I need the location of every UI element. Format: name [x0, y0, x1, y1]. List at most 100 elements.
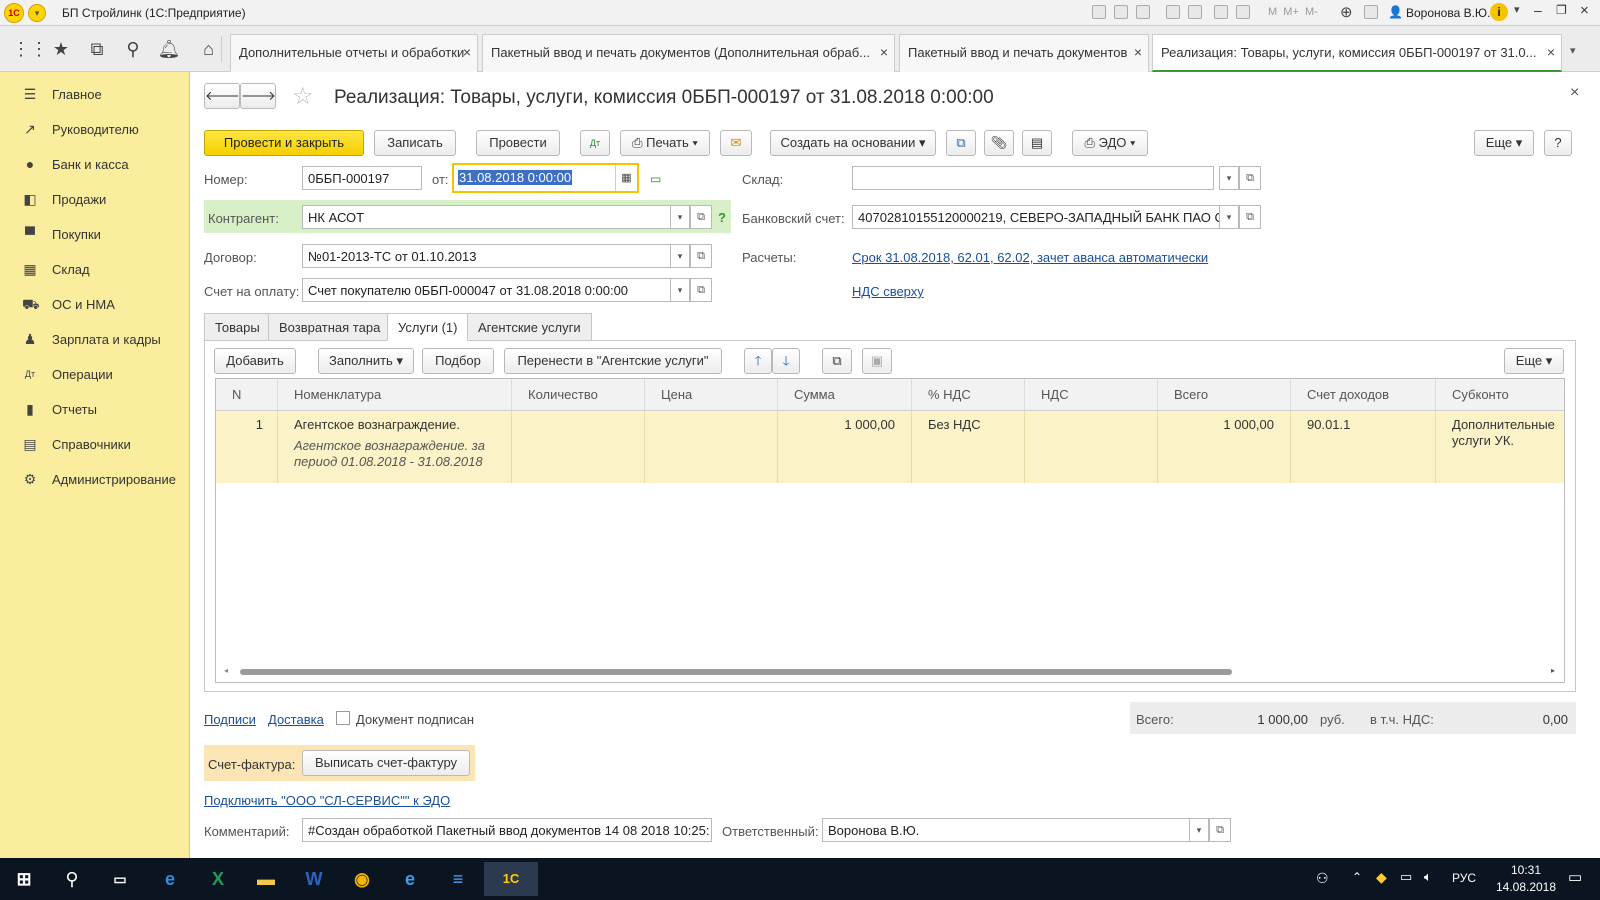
volume-icon[interactable]: 🔈︎ — [1424, 869, 1432, 885]
search-icon[interactable]: ⚲ — [120, 36, 146, 62]
sidebar-item-admin[interactable]: ⚙ Администрирование — [0, 462, 190, 497]
save-button[interactable]: Записать — [374, 130, 456, 156]
contract-field[interactable]: №01-2013-ТС от 01.10.2013 — [302, 244, 672, 268]
people-icon[interactable]: ⚇ — [1316, 870, 1329, 887]
caret-icon[interactable]: ▾ — [1514, 3, 1520, 16]
tabs-list-icon[interactable]: ▾ — [1570, 44, 1576, 57]
sidebar-item-sales[interactable]: ◧ Продажи — [0, 182, 190, 217]
task-view-icon[interactable]: ▭ — [100, 862, 140, 896]
language-indicator[interactable]: РУС — [1452, 871, 1476, 885]
warehouse-field[interactable] — [852, 166, 1214, 190]
info-icon[interactable]: i — [1490, 3, 1508, 21]
warehouse-open-icon[interactable]: ⧉ — [1239, 166, 1261, 190]
bell-icon[interactable]: 🔔︎ — [156, 36, 182, 62]
paste-button[interactable]: ▣ — [862, 348, 892, 374]
tab-batch-input[interactable]: Пакетный ввод и печать документов × — [899, 34, 1149, 72]
cell-quantity[interactable] — [512, 411, 645, 483]
close-tab-icon[interactable]: × — [1547, 44, 1555, 60]
close-tab-icon[interactable]: × — [463, 44, 471, 60]
cell-vat[interactable] — [1025, 411, 1158, 483]
copy-button[interactable]: ⧉ — [822, 348, 852, 374]
settlements-link[interactable]: Срок 31.08.2018, 62.01, 62.02, зачет ава… — [852, 250, 1208, 265]
clock-time[interactable]: 10:31 — [1496, 863, 1556, 877]
sidebar-item-main[interactable]: ☰ Главное — [0, 77, 190, 112]
forward-button[interactable]: 🡒 — [240, 83, 276, 109]
tab-goods[interactable]: Товары — [204, 313, 271, 341]
post-and-close-button[interactable]: Провести и закрыть — [204, 130, 364, 156]
cell-price[interactable] — [645, 411, 778, 483]
cell-total[interactable]: 1 000,00 — [1158, 411, 1291, 483]
home-icon[interactable]: ⌂ — [196, 36, 222, 62]
sidebar-item-purchases[interactable]: ▀ Покупки — [0, 217, 190, 252]
number-field[interactable]: 0ББП-000197 — [302, 166, 422, 190]
back-button[interactable]: 🡐 — [204, 83, 240, 109]
search-taskbar-icon[interactable]: ⚲ — [52, 862, 92, 896]
grid-more-button[interactable]: Еще ▾ — [1504, 348, 1564, 374]
col-income-account[interactable]: Счет доходов — [1291, 379, 1436, 411]
main-menu-icon[interactable]: ▾ — [28, 4, 46, 22]
contract-open-icon[interactable]: ⧉ — [690, 244, 712, 268]
move-down-button[interactable]: 🡓 — [772, 348, 800, 374]
signatures-link[interactable]: Подписи — [204, 712, 256, 727]
col-vat-rate[interactable]: % НДС — [912, 379, 1025, 411]
network-tray-icon[interactable]: ◆ — [1376, 869, 1387, 886]
calculator-icon[interactable] — [1214, 5, 1228, 19]
memory-icons[interactable]: M M+ M- — [1268, 6, 1318, 18]
col-total[interactable]: Всего — [1158, 379, 1291, 411]
save-icon[interactable] — [1092, 5, 1106, 19]
minimize-icon[interactable]: – — [1534, 2, 1542, 18]
cell-subconto[interactable]: Дополнительные услуги УК. — [1436, 411, 1564, 483]
zoom-icon[interactable]: ⊕ — [1340, 3, 1353, 21]
signed-checkbox[interactable] — [336, 711, 350, 725]
sidebar-item-manager[interactable]: ↗ Руководителю — [0, 112, 190, 147]
print-button[interactable]: ⎙ Печать ▾ — [620, 130, 710, 156]
calendar-icon[interactable] — [1236, 5, 1250, 19]
bank-open-icon[interactable]: ⧉ — [1239, 205, 1261, 229]
tab-services[interactable]: Услуги (1) — [387, 313, 469, 341]
sidebar-item-salary[interactable]: ♟ Зарплата и кадры — [0, 322, 190, 357]
app-stripes-icon[interactable]: ≡ — [438, 862, 478, 896]
restore-icon[interactable]: ❐ — [1556, 3, 1567, 17]
sidebar-item-reports[interactable]: ▮ Отчеты — [0, 392, 190, 427]
tab-sales-document[interactable]: Реализация: Товары, услуги, комиссия 0ББ… — [1152, 34, 1562, 72]
tab-additional-reports[interactable]: Дополнительные отчеты и обработки × — [230, 34, 478, 72]
bank-account-field[interactable]: 40702810155120000219, СЕВЕРО-ЗАПАДНЫЙ БА… — [852, 205, 1220, 229]
col-n[interactable]: N — [216, 379, 278, 411]
counterparty-dropdown-icon[interactable]: ▾ — [670, 205, 690, 229]
vat-link[interactable]: НДС сверху — [852, 284, 924, 299]
edo-button[interactable]: ⎙ ЭДО ▾ — [1072, 130, 1148, 156]
create-based-on-button[interactable]: Создать на основании ▾ — [770, 130, 936, 156]
close-tab-icon[interactable]: × — [1134, 44, 1142, 60]
close-form-icon[interactable]: × — [1570, 84, 1579, 102]
counterparty-field[interactable]: НК АСОТ — [302, 205, 672, 229]
ie-icon[interactable]: e — [390, 862, 430, 896]
col-vat[interactable]: НДС — [1025, 379, 1158, 411]
move-up-button[interactable]: 🡑 — [744, 348, 772, 374]
date-field[interactable]: 31.08.2018 0:00:00 ▦ — [452, 163, 639, 193]
panel-icon[interactable] — [1364, 5, 1378, 19]
more-button[interactable]: Еще ▾ — [1474, 130, 1534, 156]
delivery-link[interactable]: Доставка — [268, 712, 324, 727]
favorites-star-icon[interactable]: ★ — [48, 36, 74, 62]
fill-button[interactable]: Заполнить ▾ — [318, 348, 414, 374]
sync-icon[interactable]: ▭ — [650, 172, 661, 186]
1c-taskbar-icon[interactable]: 1С — [484, 862, 538, 896]
move-to-agent-button[interactable]: Перенести в "Агентские услуги" — [504, 348, 722, 374]
edge-icon[interactable]: e — [150, 862, 190, 896]
preview-icon[interactable] — [1136, 5, 1150, 19]
email-button[interactable]: ✉ — [720, 130, 752, 156]
connect-edo-link[interactable]: Подключить "ООО "СЛ-СЕРВИС"" к ЭДО — [204, 793, 450, 808]
apps-grid-icon[interactable]: ⋮⋮ — [12, 36, 48, 62]
tab-returnable-containers[interactable]: Возвратная тара — [268, 313, 392, 341]
bank-dropdown-icon[interactable]: ▾ — [1219, 205, 1239, 229]
add-button[interactable]: Добавить — [214, 348, 296, 374]
responsible-open-icon[interactable]: ⧉ — [1209, 818, 1231, 842]
counterparty-open-icon[interactable]: ⧉ — [690, 205, 712, 229]
tab-agent-services[interactable]: Агентские услуги — [467, 313, 592, 341]
cell-sum[interactable]: 1 000,00 — [778, 411, 912, 483]
sidebar-item-operations[interactable]: Дт Операции — [0, 357, 190, 392]
user-icon[interactable]: 👤 — [1388, 5, 1403, 19]
close-window-icon[interactable]: × — [1580, 2, 1589, 19]
sidebar-item-catalogs[interactable]: ▤ Справочники — [0, 427, 190, 462]
structure-button[interactable]: ⧉ — [946, 130, 976, 156]
